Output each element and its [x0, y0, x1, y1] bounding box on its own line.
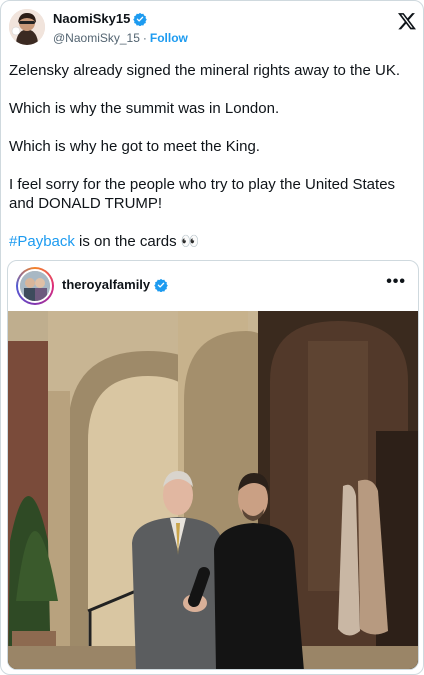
separator-dot: ·	[142, 31, 147, 45]
tweet-line-5-rest: is on the cards 👀	[74, 233, 200, 250]
tweet-line-4: I feel sorry for the people who try to p…	[9, 176, 396, 212]
tweet-header: NaomiSky15 @NaomiSky_15 · Follow	[9, 9, 417, 49]
verified-badge-icon	[154, 278, 168, 292]
author-handle[interactable]: @NaomiSky_15	[53, 31, 140, 45]
more-options-icon[interactable]: •••	[386, 273, 406, 291]
follow-button[interactable]: Follow	[150, 31, 188, 45]
tweet-line-5: #Payback is on the cards 👀	[9, 232, 417, 251]
handle-row: @NaomiSky_15 · Follow	[53, 31, 188, 45]
tweet-line-3: Which is why he got to meet the King.	[9, 138, 260, 155]
tweet-card: NaomiSky15 @NaomiSky_15 · Follow Zelensky …	[0, 0, 424, 675]
avatar[interactable]	[9, 9, 45, 45]
embedded-post-header: theroyalfamily •••	[8, 261, 418, 311]
embedded-avatar-ring[interactable]	[16, 267, 54, 305]
verified-badge-icon	[133, 12, 148, 26]
tweet-line-1: Zelensky already signed the mineral righ…	[9, 62, 401, 79]
author-name[interactable]: NaomiSky15	[53, 11, 130, 26]
embedded-account-name[interactable]: theroyalfamily	[62, 277, 150, 292]
embedded-post[interactable]: theroyalfamily •••	[7, 260, 419, 670]
tweet-text: Zelensky already signed the mineral righ…	[9, 61, 417, 270]
x-logo-icon[interactable]	[397, 11, 417, 31]
embedded-avatar	[18, 269, 52, 303]
hashtag-link[interactable]: #Payback	[9, 233, 75, 250]
embedded-photo[interactable]	[8, 311, 418, 669]
embedded-account-row[interactable]: theroyalfamily	[62, 277, 168, 292]
tweet-line-2: Which is why the summit was in London.	[9, 100, 280, 117]
author-name-row[interactable]: NaomiSky15	[53, 11, 148, 26]
photo-illustration	[8, 311, 418, 669]
